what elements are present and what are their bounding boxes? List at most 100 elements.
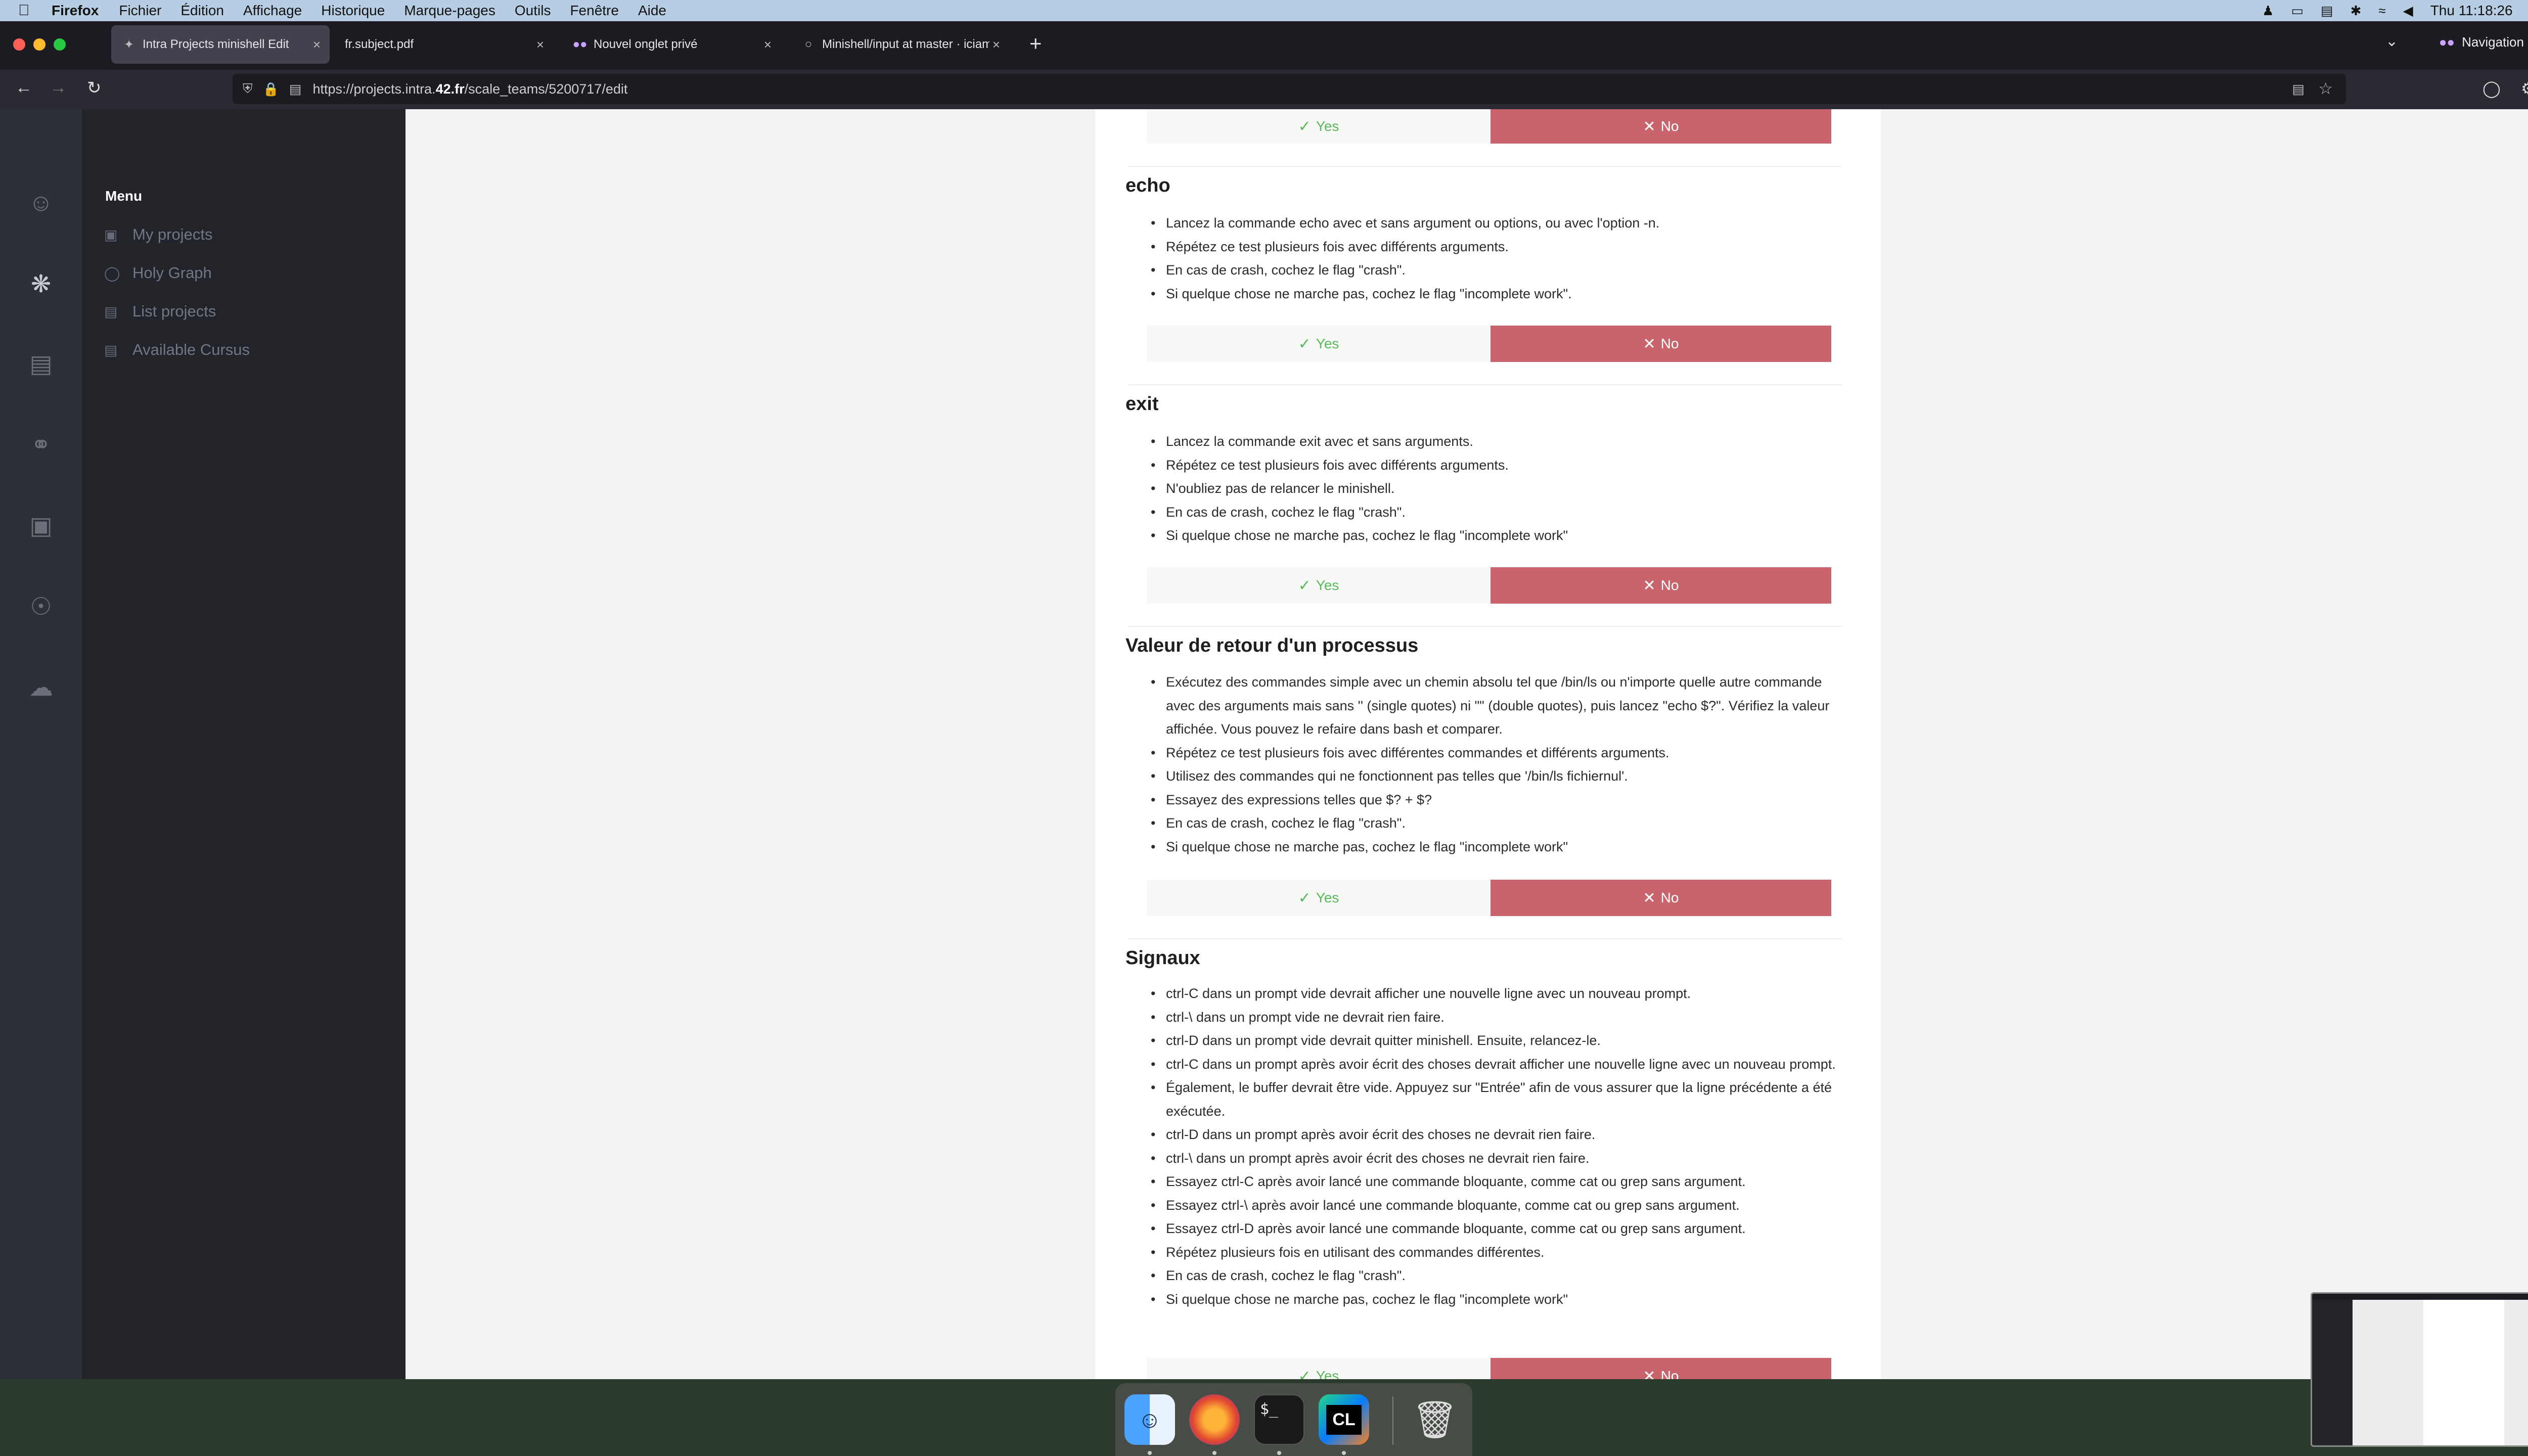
list-item: Lancez la commande exit avec et sans arg…	[1151, 430, 1843, 453]
tab-github-minishell[interactable]: ○ Minishell/input at master · iciam ×	[791, 25, 1009, 64]
compass-icon[interactable]: ☉	[25, 593, 57, 624]
list-item: En cas de crash, cochez le flag "crash".	[1151, 811, 1843, 835]
clion-icon[interactable]: CL	[1319, 1394, 1369, 1445]
browser-tab-bar: ✦ Intra Projects minishell Edit × fr.sub…	[0, 21, 2528, 70]
menu-outils[interactable]: Outils	[515, 3, 551, 19]
back-icon[interactable]: ←	[15, 78, 32, 98]
app-menu[interactable]: Firefox	[52, 3, 99, 19]
list-item: Lancez la commande echo avec et sans arg…	[1151, 211, 1843, 235]
yes-button[interactable]: ✓ Yes	[1147, 109, 1491, 144]
close-tab-icon[interactable]: ×	[989, 36, 1000, 53]
forward-icon[interactable]: →	[50, 78, 67, 98]
menu-edition[interactable]: Édition	[180, 3, 224, 19]
divider	[1128, 384, 1841, 385]
url-text[interactable]: https://projects.intra.42.fr/scale_teams…	[312, 81, 627, 97]
list-item: ctrl-\ dans un prompt vide ne devrait ri…	[1151, 1006, 1843, 1029]
address-bar[interactable]: ⛨ 🔒 ▤ https://projects.intra.42.fr/scale…	[233, 74, 2346, 104]
terminal-icon[interactable]: $_	[1254, 1394, 1304, 1445]
holygraph-icon[interactable]: ❋	[25, 270, 57, 301]
list-item: ctrl-\ dans un prompt après avoir écrit …	[1151, 1147, 1843, 1170]
display-icon[interactable]: ▤	[2321, 3, 2333, 19]
screenshot-thumbnail-preview[interactable]	[2311, 1292, 2528, 1447]
terminal-glyph: $_	[1260, 1400, 1279, 1418]
no-button[interactable]: ✕ No	[1491, 326, 1831, 362]
bluetooth-icon[interactable]: ✱	[2351, 3, 2362, 19]
divider	[1128, 166, 1841, 167]
reload-icon[interactable]: ↻	[87, 78, 102, 98]
list-item: Si quelque chose ne marche pas, cochez l…	[1151, 835, 1843, 859]
no-button[interactable]: ✕ No	[1491, 1358, 1831, 1379]
section-bullets-signaux: ctrl-C dans un prompt vide devrait affic…	[1151, 982, 1843, 1311]
list-item: Si quelque chose ne marche pas, cochez l…	[1151, 1288, 1843, 1311]
apple-menu-icon[interactable]: 	[18, 2, 38, 19]
menu-aide[interactable]: Aide	[638, 3, 666, 19]
no-button[interactable]: ✕ No	[1491, 880, 1831, 916]
wifi-icon[interactable]: ≈	[2378, 3, 2385, 19]
list-item: En cas de crash, cochez le flag "crash".	[1151, 258, 1843, 282]
close-tab-icon[interactable]: ×	[764, 37, 772, 53]
list-all-tabs-icon[interactable]: ⌄	[2385, 32, 2398, 50]
menu-item-label: Holy Graph	[132, 264, 212, 282]
menu-item-my-projects[interactable]: ▣ My projects	[104, 225, 212, 244]
cart-icon[interactable]: ☁	[25, 673, 57, 705]
chat-icon[interactable]: ⚭	[25, 431, 57, 462]
browser-nav-bar: ← → ↻ ⛨ 🔒 ▤ https://projects.intra.42.fr…	[0, 70, 2528, 109]
close-tab-icon[interactable]: ×	[313, 37, 321, 53]
firefox-icon[interactable]	[1189, 1394, 1240, 1445]
menubar-clock[interactable]: Thu 11:18:26	[2430, 3, 2513, 19]
list-item: ctrl-D dans un prompt vide devrait quitt…	[1151, 1029, 1843, 1053]
projects-icon[interactable]: ▤	[25, 350, 57, 381]
volume-icon[interactable]: ◀	[2403, 3, 2413, 19]
answer-buttons-echo: ✓ Yes ✕ No	[1147, 326, 1831, 362]
macos-menu-bar:  Firefox Fichier Édition Affichage Hist…	[0, 0, 2528, 21]
minimize-window-button[interactable]	[33, 38, 46, 51]
close-tab-icon[interactable]: ×	[536, 37, 544, 53]
tracking-shield-icon[interactable]: ⛨	[243, 81, 253, 97]
user-icon[interactable]: ☺	[25, 189, 57, 220]
menu-marque-pages[interactable]: Marque-pages	[404, 3, 495, 19]
status-person-icon[interactable]: ♟	[2262, 3, 2274, 19]
menu-item-holy-graph[interactable]: ◯ Holy Graph	[104, 264, 212, 282]
menu-item-available-cursus[interactable]: ▤ Available Cursus	[104, 341, 250, 359]
screen-mirroring-icon[interactable]: ▭	[2291, 3, 2304, 19]
yes-button[interactable]: ✓ Yes	[1147, 880, 1491, 916]
no-button[interactable]: ✕ No	[1491, 109, 1831, 144]
extensions-icon[interactable]: ⚙	[2521, 79, 2528, 98]
permissions-icon[interactable]: ▤	[289, 81, 302, 97]
new-tab-button[interactable]: +	[1029, 31, 1042, 56]
yes-button[interactable]: ✓ Yes	[1147, 1358, 1491, 1379]
list-item: Répétez ce test plusieurs fois avec diff…	[1151, 235, 1843, 259]
menu-fenetre[interactable]: Fenêtre	[570, 3, 619, 19]
reader-view-icon[interactable]: ▤	[2292, 81, 2305, 97]
intra-menu-panel: Menu ▣ My projects ◯ Holy Graph ▤ List p…	[82, 109, 405, 1379]
divider	[1128, 938, 1841, 939]
section-title-return-value: Valeur de retour d'un processus	[1125, 635, 1419, 656]
zoom-window-button[interactable]	[54, 38, 66, 51]
bookmark-star-icon[interactable]: ☆	[2318, 79, 2333, 98]
menu-title: Menu	[105, 188, 143, 204]
close-window-button[interactable]	[13, 38, 25, 51]
menu-historique[interactable]: Historique	[321, 3, 385, 19]
briefcase-icon[interactable]: ▣	[25, 512, 57, 543]
pocket-icon[interactable]: ◯	[2482, 79, 2501, 98]
tab-subject-pdf[interactable]: fr.subject.pdf ×	[335, 25, 553, 64]
menu-affichage[interactable]: Affichage	[243, 3, 302, 19]
tab-intra-projects[interactable]: ✦ Intra Projects minishell Edit ×	[111, 25, 330, 64]
trash-icon[interactable]: 🗑	[1410, 1394, 1460, 1445]
yes-label: Yes	[1316, 577, 1339, 593]
list-item: Essayez ctrl-\ après avoir lancé une com…	[1151, 1194, 1843, 1217]
list-item: ctrl-D dans un prompt après avoir écrit …	[1151, 1123, 1843, 1147]
menu-fichier[interactable]: Fichier	[119, 3, 161, 19]
menu-item-list-projects[interactable]: ▤ List projects	[104, 302, 216, 321]
finder-icon[interactable]: ☺	[1124, 1394, 1175, 1445]
no-button[interactable]: ✕ No	[1491, 567, 1831, 604]
check-icon: ✓	[1298, 118, 1311, 135]
cross-icon: ✕	[1643, 577, 1656, 594]
tab-title: Nouvel onglet privé	[594, 37, 698, 51]
lock-icon[interactable]: 🔒	[263, 81, 279, 97]
window-controls	[13, 38, 66, 51]
yes-button[interactable]: ✓ Yes	[1147, 326, 1491, 362]
tab-private[interactable]: ●● Nouvel onglet privé ×	[562, 25, 781, 64]
answer-buttons-exit: ✓ Yes ✕ No	[1147, 567, 1831, 604]
yes-button[interactable]: ✓ Yes	[1147, 567, 1491, 604]
